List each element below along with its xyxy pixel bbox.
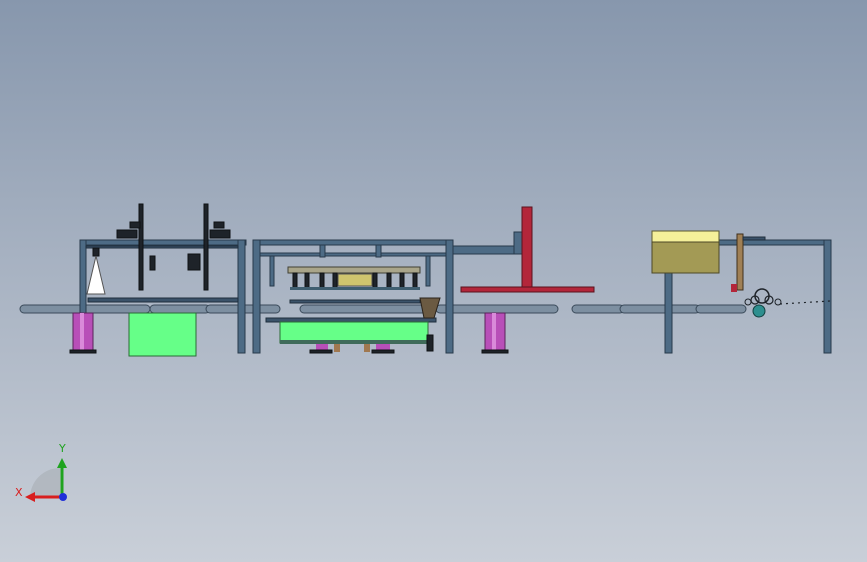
z-axis-dot xyxy=(59,493,67,501)
station-2-legs xyxy=(309,344,395,354)
station-4-dotted-output xyxy=(779,300,831,305)
x-axis-label: X xyxy=(15,486,23,499)
station-1-green-panel xyxy=(128,312,197,357)
y-axis-label: Y xyxy=(59,442,66,455)
assembly-line-drawing xyxy=(19,203,832,502)
station-3-arm xyxy=(452,206,595,293)
station-4-roller xyxy=(744,288,782,318)
y-axis-arrow xyxy=(57,458,67,468)
cad-viewport[interactable]: Y X xyxy=(0,0,867,562)
station-1-magenta-post xyxy=(69,312,97,354)
x-axis-arrow xyxy=(25,492,35,502)
axis-triad xyxy=(25,458,67,502)
station-4-box xyxy=(651,230,720,274)
station-1-spray-nozzle xyxy=(86,247,106,295)
station-1-platform xyxy=(87,297,239,303)
conveyor-rail xyxy=(19,304,747,314)
center-magenta-post xyxy=(481,312,509,354)
station-2-green-panel xyxy=(279,321,430,344)
